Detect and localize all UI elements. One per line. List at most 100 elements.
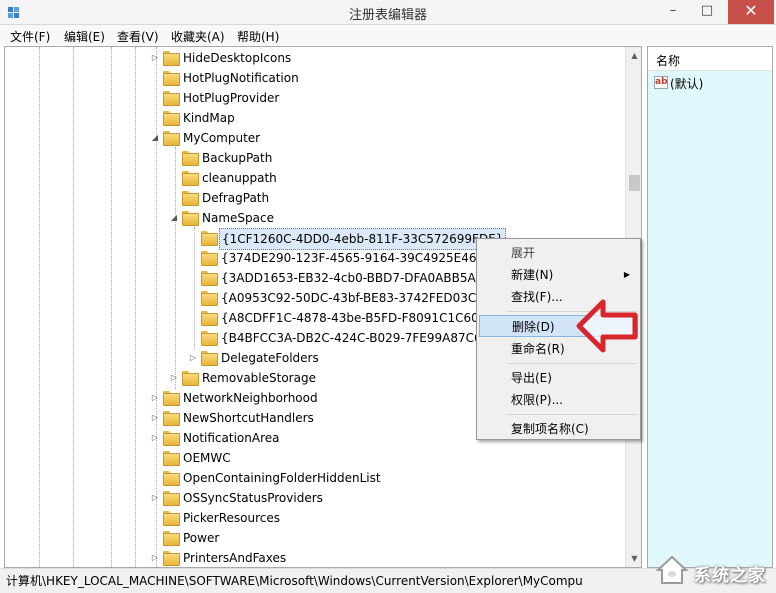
tree-guide-line xyxy=(135,47,136,567)
tree-node-label[interactable]: NameSpace xyxy=(202,208,274,228)
menu-view[interactable]: 查看(V) xyxy=(117,28,159,45)
tree-node-label[interactable]: {A0953C92-50DC-43bf-BE83-3742FED03C9C} xyxy=(221,288,500,308)
tree-guide-line xyxy=(39,47,40,567)
folder-icon xyxy=(182,211,199,226)
folder-icon xyxy=(182,171,199,186)
menu-bar: 文件(F) 编辑(E) 查看(V) 收藏夹(A) 帮助(H) xyxy=(0,25,776,45)
tree-node-label[interactable]: {3ADD1653-EB32-4cb0-BBD7-DFA0ABB5ACCA} xyxy=(221,268,508,288)
scroll-thumb[interactable] xyxy=(629,175,640,191)
tree-node[interactable]: ▷ DelegateFolders xyxy=(188,348,475,368)
tree-node-label[interactable]: BackupPath xyxy=(202,148,272,168)
tree-node[interactable]: HotPlugProvider xyxy=(150,88,475,108)
tree-node[interactable]: BackupPath xyxy=(169,148,475,168)
tree-node[interactable]: DefragPath xyxy=(169,188,475,208)
tree-node[interactable]: {374DE290-123F-4565-9164-39C4925E467B} xyxy=(188,248,500,268)
folder-icon xyxy=(182,151,199,166)
expand-arrow-icon[interactable]: ▷ xyxy=(150,548,160,567)
menu-file[interactable]: 文件(F) xyxy=(10,28,50,45)
folder-icon xyxy=(163,491,180,506)
tree-node-label[interactable]: DefragPath xyxy=(202,188,269,208)
collapse-arrow-icon[interactable]: ◢ xyxy=(169,208,179,228)
tree-node-label[interactable]: PrintersAndFaxes xyxy=(183,548,286,567)
expand-arrow-icon[interactable]: ▷ xyxy=(150,488,160,508)
menu-separator xyxy=(507,363,637,364)
tree-node-label[interactable]: HotPlugProvider xyxy=(183,88,279,108)
tree-node[interactable]: ▷ HideDesktopIcons xyxy=(150,48,475,68)
tree-node[interactable]: HotPlugNotification xyxy=(150,68,475,88)
tree-node[interactable]: ◢ NameSpace xyxy=(169,208,475,228)
tree-node-label[interactable]: KindMap xyxy=(183,108,235,128)
tree-node[interactable]: OEMWC xyxy=(150,448,475,468)
folder-icon xyxy=(163,131,180,146)
column-header-name[interactable]: 名称 xyxy=(648,47,772,71)
tree-node-label[interactable]: Power xyxy=(183,528,219,548)
default-value-entry[interactable]: (默认) xyxy=(670,75,703,92)
red-arrow-icon xyxy=(576,299,638,353)
tree-node-label[interactable]: {374DE290-123F-4565-9164-39C4925E467B} xyxy=(221,248,500,268)
tree-guide-line xyxy=(111,47,112,567)
folder-icon xyxy=(201,251,218,266)
tree-node[interactable]: ▷ NewShortcutHandlers xyxy=(150,408,475,428)
folder-icon xyxy=(163,551,180,566)
tree-node-label[interactable]: HotPlugNotification xyxy=(183,68,299,88)
tree-node-label[interactable]: NewShortcutHandlers xyxy=(183,408,314,428)
expand-arrow-icon[interactable]: ▷ xyxy=(188,348,198,368)
menu-favorites[interactable]: 收藏夹(A) xyxy=(171,28,225,45)
tree-node-label[interactable]: {B4BFCC3A-DB2C-424C-B029-7FE99A87C641} xyxy=(221,328,505,348)
tree-node[interactable]: ▷ PrintersAndFaxes xyxy=(150,548,475,567)
tree-node[interactable]: {A0953C92-50DC-43bf-BE83-3742FED03C9C} xyxy=(188,288,500,308)
tree-node[interactable]: {A8CDFF1C-4878-43be-B5FD-F8091C1C60D0} xyxy=(188,308,503,328)
tree-node-label[interactable]: PickerResources xyxy=(183,508,280,528)
tree-node-label[interactable]: RemovableStorage xyxy=(202,368,316,388)
scroll-up-arrow-icon[interactable]: ▲ xyxy=(626,47,641,64)
tree-node-label[interactable]: {1CF1260C-4DD0-4ebb-811F-33C572699FDE} xyxy=(219,228,507,250)
tree-node-label[interactable]: NotificationArea xyxy=(183,428,279,448)
value-pane[interactable]: 名称 ab (默认) xyxy=(647,46,773,568)
tree-node-label[interactable]: cleanuppath xyxy=(202,168,277,188)
folder-icon xyxy=(201,311,218,326)
tree-node[interactable]: PickerResources xyxy=(150,508,475,528)
tree-node-label[interactable]: OpenContainingFolderHiddenList xyxy=(183,468,381,488)
tree-node[interactable]: ▷ RemovableStorage xyxy=(169,368,475,388)
scroll-down-arrow-icon[interactable]: ▼ xyxy=(626,550,641,567)
folder-icon xyxy=(163,91,180,106)
maximize-button[interactable]: □ xyxy=(690,0,724,24)
tree-node[interactable]: cleanuppath xyxy=(169,168,475,188)
menu-help[interactable]: 帮助(H) xyxy=(237,28,279,45)
expand-arrow-icon[interactable]: ▷ xyxy=(150,408,160,428)
tree-node[interactable]: ▷ OSSyncStatusProviders xyxy=(150,488,475,508)
tree-node-label[interactable]: OEMWC xyxy=(183,448,231,468)
close-button[interactable]: ✕ xyxy=(728,0,774,24)
tree-node[interactable]: Power xyxy=(150,528,475,548)
expand-arrow-icon[interactable]: ▷ xyxy=(150,388,160,408)
tree-node-label[interactable]: OSSyncStatusProviders xyxy=(183,488,323,508)
tree-guide-line xyxy=(73,47,74,567)
folder-icon xyxy=(201,231,218,246)
folder-icon xyxy=(182,371,199,386)
tree-node[interactable]: ▷ NetworkNeighborhood xyxy=(150,388,475,408)
tree-node[interactable]: ◢ MyComputer xyxy=(150,128,475,148)
context-menu-item[interactable]: 复制项名称(C) xyxy=(479,418,638,440)
tree-node[interactable]: ▷ NotificationArea xyxy=(150,428,475,448)
submenu-arrow-icon: ▶ xyxy=(623,270,630,279)
collapse-arrow-icon[interactable]: ◢ xyxy=(150,128,160,148)
tree-node-label[interactable]: DelegateFolders xyxy=(221,348,319,368)
folder-icon xyxy=(163,531,180,546)
context-menu-item[interactable]: 导出(E) xyxy=(479,367,638,389)
tree-node[interactable]: {3ADD1653-EB32-4cb0-BBD7-DFA0ABB5ACCA} xyxy=(188,268,508,288)
tree-node-label[interactable]: MyComputer xyxy=(183,128,260,148)
tree-node-label[interactable]: {A8CDFF1C-4878-43be-B5FD-F8091C1C60D0} xyxy=(221,308,503,328)
expand-arrow-icon[interactable]: ▷ xyxy=(150,48,160,68)
tree-node[interactable]: {1CF1260C-4DD0-4ebb-811F-33C572699FDE} xyxy=(188,228,507,250)
expand-arrow-icon[interactable]: ▷ xyxy=(169,368,179,388)
tree-node-label[interactable]: NetworkNeighborhood xyxy=(183,388,318,408)
tree-node-label[interactable]: HideDesktopIcons xyxy=(183,48,291,68)
context-menu-item[interactable]: 新建(N) ▶ xyxy=(479,264,638,286)
menu-edit[interactable]: 编辑(E) xyxy=(64,28,105,45)
tree-node[interactable]: OpenContainingFolderHiddenList xyxy=(150,468,475,488)
context-menu-item[interactable]: 权限(P)... xyxy=(479,389,638,411)
minimize-button[interactable]: – xyxy=(656,0,690,24)
tree-node[interactable]: KindMap xyxy=(150,108,475,128)
tree-node[interactable]: {B4BFCC3A-DB2C-424C-B029-7FE99A87C641} xyxy=(188,328,505,348)
expand-arrow-icon[interactable]: ▷ xyxy=(150,428,160,448)
